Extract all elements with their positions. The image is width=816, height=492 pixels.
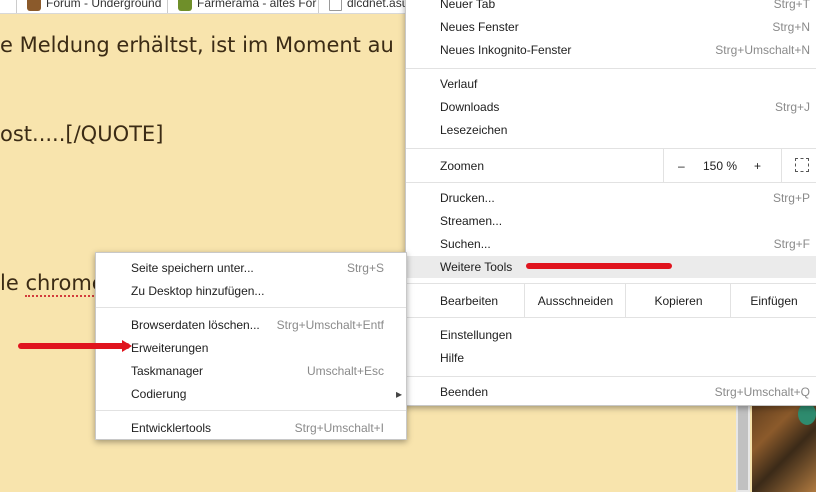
menu-item-bookmarks[interactable]: Lesezeichen <box>406 119 816 141</box>
menu-item-new-incognito[interactable]: Neues Inkognito-Fenster Strg+Umschalt+N <box>406 39 816 61</box>
menu-item-exit[interactable]: Beenden Strg+Umschalt+Q <box>406 381 816 403</box>
copy-button[interactable]: Kopieren <box>625 284 731 317</box>
farmerama-favicon-icon <box>178 0 192 11</box>
zoom-out-button[interactable]: – <box>678 159 685 173</box>
forum-text-line: le chrome <box>0 271 105 297</box>
paste-button[interactable]: Einfügen <box>730 284 816 317</box>
menu-item-extensions[interactable]: Erweiterungen <box>96 337 406 359</box>
bookmark-separator <box>318 0 319 13</box>
more-tools-submenu: Seite speichern unter... Strg+S Zu Deskt… <box>95 252 407 440</box>
spellcheck-word: chrome <box>25 271 105 297</box>
zoom-level: 150 % <box>703 159 738 173</box>
cut-button[interactable]: Ausschneiden <box>524 284 626 317</box>
forum-quote-end: ost.....[/QUOTE] <box>0 122 164 146</box>
annotation-arrow-more-tools <box>526 263 672 269</box>
page-favicon-icon <box>329 0 342 12</box>
menu-separator <box>406 68 816 69</box>
bookmark-farmerama[interactable]: Farmerama - altes For <box>178 0 316 11</box>
bookmark-separator <box>167 0 168 13</box>
menu-item-task-manager[interactable]: Taskmanager Umschalt+Esc <box>96 360 406 382</box>
menu-item-zoom: Zoomen – 150 % + <box>406 149 816 182</box>
bookmark-separator <box>16 0 17 13</box>
forum-favicon-icon <box>27 0 41 11</box>
scrollbar-thumb[interactable] <box>738 402 748 490</box>
forum-image <box>752 395 816 492</box>
menu-item-edit: Bearbeiten Ausschneiden Kopieren Einfüge… <box>406 284 816 317</box>
submenu-arrow-icon: ▸ <box>395 387 402 401</box>
arrow-head-icon <box>122 340 132 352</box>
menu-item-developer-tools[interactable]: Entwicklertools Strg+Umschalt+I <box>96 417 406 439</box>
menu-item-encoding[interactable]: Codierung ▸ <box>96 383 406 405</box>
menu-separator <box>406 182 816 183</box>
chrome-main-menu: Neuer Tab Strg+T Neues Fenster Strg+N Ne… <box>405 0 816 406</box>
menu-item-add-to-desktop[interactable]: Zu Desktop hinzufügen... <box>96 280 406 302</box>
menu-item-print[interactable]: Drucken... Strg+P <box>406 187 816 209</box>
menu-item-help[interactable]: Hilfe <box>406 347 816 369</box>
menu-separator <box>96 307 406 308</box>
zoom-divider <box>781 149 782 182</box>
annotation-arrow-extensions <box>18 340 132 352</box>
menu-item-downloads[interactable]: Downloads Strg+J <box>406 96 816 118</box>
menu-item-new-tab[interactable]: Neuer Tab Strg+T <box>406 0 816 15</box>
menu-item-clear-browsing-data[interactable]: Browserdaten löschen... Strg+Umschalt+En… <box>96 314 406 336</box>
zoom-in-button[interactable]: + <box>754 159 761 173</box>
menu-item-cast[interactable]: Streamen... <box>406 210 816 232</box>
image-detail <box>798 403 816 425</box>
menu-separator <box>96 410 406 411</box>
menu-item-settings[interactable]: Einstellungen <box>406 324 816 346</box>
menu-item-new-window[interactable]: Neues Fenster Strg+N <box>406 16 816 38</box>
bookmark-dlcdnet[interactable]: dlcdnet.asu <box>329 0 408 12</box>
menu-separator <box>406 317 816 318</box>
menu-item-save-page[interactable]: Seite speichern unter... Strg+S <box>96 257 406 279</box>
menu-separator <box>406 376 816 377</box>
zoom-divider <box>663 149 664 182</box>
menu-item-find[interactable]: Suchen... Strg+F <box>406 233 816 255</box>
menu-item-history[interactable]: Verlauf <box>406 73 816 95</box>
bookmark-forum[interactable]: Forum - Underground <box>27 0 161 11</box>
fullscreen-icon[interactable] <box>795 158 809 172</box>
forum-text-line: e Meldung erhältst, ist im Moment au <box>0 33 394 57</box>
